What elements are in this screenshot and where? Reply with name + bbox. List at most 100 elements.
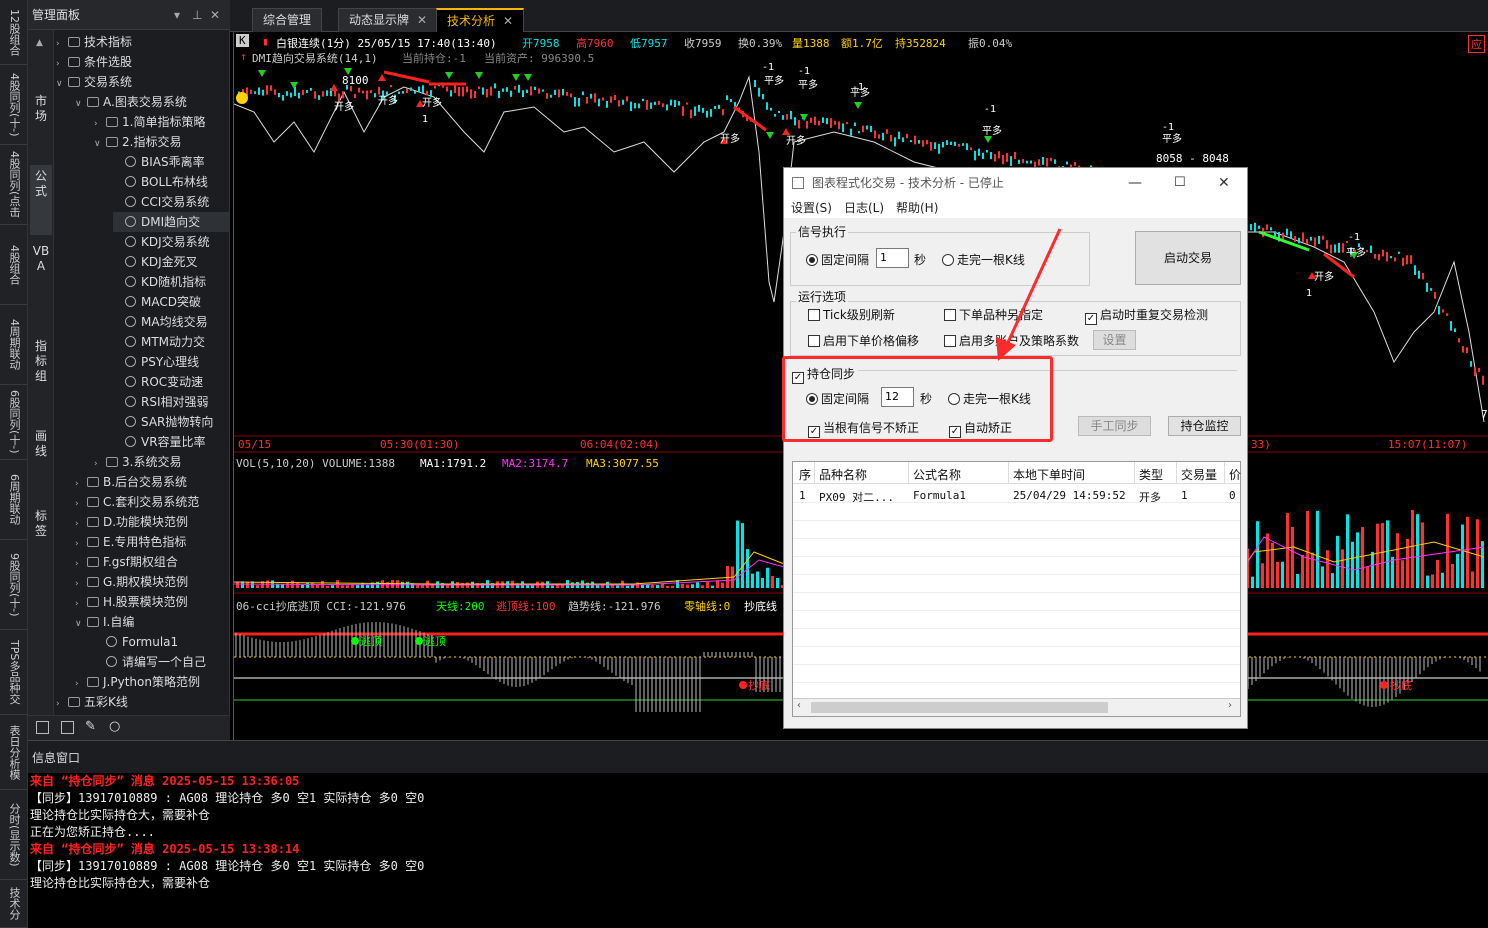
radio-icon[interactable] — [942, 254, 954, 266]
tree-item[interactable]: PSY心理线 — [113, 352, 230, 372]
tree-item[interactable]: › 条件选股 — [56, 52, 230, 72]
checkbox-icon[interactable] — [944, 335, 956, 347]
workspace-tab[interactable]: 4股同列(十-) — [0, 65, 28, 145]
column-header[interactable]: 交易量 — [1181, 466, 1217, 483]
settings-button[interactable]: 设置 — [1093, 330, 1136, 350]
menu-settings[interactable]: 设置(S) — [791, 198, 832, 218]
chevron-right-icon[interactable]: › — [56, 694, 68, 712]
column-header[interactable]: 品种名称 — [819, 466, 867, 483]
panel-category[interactable]: 公式 — [30, 165, 52, 235]
tree-item[interactable]: CCI交易系统 — [113, 192, 230, 212]
tree-item[interactable]: › E.专用特色指标 — [75, 532, 230, 552]
tree-item[interactable]: BOLL布林线 — [113, 172, 230, 192]
tree-item[interactable]: ∨ 2.指标交易 — [94, 132, 230, 152]
workspace-tab[interactable]: 4股组合 — [0, 225, 28, 305]
scroll-left-icon[interactable]: ‹ — [797, 700, 801, 711]
tree-item[interactable]: MACD突破 — [113, 292, 230, 312]
minimize-icon[interactable]: — — [1128, 168, 1142, 198]
maximize-icon[interactable]: ☐ — [1174, 168, 1186, 198]
tree-item[interactable]: DMI趋向交 — [113, 212, 230, 232]
chevron-right-icon[interactable]: › — [56, 54, 68, 74]
column-header[interactable]: 价 — [1229, 466, 1241, 483]
dropdown-icon[interactable]: ▾ — [174, 0, 180, 30]
chevron-down-icon[interactable]: ∨ — [75, 94, 87, 114]
workspace-tab[interactable]: 表日分析模 — [0, 715, 28, 790]
position-monitor-button[interactable]: 持仓监控 — [1168, 416, 1241, 436]
tree-item[interactable]: ∨ A.图表交易系统 — [75, 92, 230, 112]
column-header[interactable]: 本地下单时间 — [1013, 466, 1085, 483]
tree-item[interactable]: MTM动力交 — [113, 332, 230, 352]
chevron-right-icon[interactable]: › — [75, 494, 87, 514]
tab-2[interactable]: 技术分析 ✕ — [436, 8, 525, 32]
column-divider[interactable] — [1134, 462, 1135, 484]
tree-item[interactable]: MA均线交易 — [113, 312, 230, 332]
column-divider[interactable] — [908, 462, 909, 484]
workspace-tab[interactable]: 6周期联动 — [0, 460, 28, 540]
chevron-down-icon[interactable]: ∨ — [75, 614, 87, 634]
column-divider[interactable] — [1224, 462, 1225, 484]
tree-item[interactable]: › G.期权模块范例 — [75, 572, 230, 592]
price-offset-check[interactable]: 启用下单价格偏移 — [808, 332, 919, 349]
chevron-down-icon[interactable]: ∨ — [94, 134, 106, 154]
fixed-interval-radio[interactable]: 固定间隔 — [806, 251, 869, 268]
tab-1[interactable]: 动态显示牌 ✕ — [338, 8, 439, 32]
menu-help[interactable]: 帮助(H) — [896, 198, 938, 218]
manual-sync-button[interactable]: 手工同步 — [1078, 416, 1151, 436]
radio-icon[interactable] — [806, 254, 818, 266]
tick-refresh-check[interactable]: Tick级别刷新 — [808, 306, 895, 323]
manage-icon[interactable] — [61, 721, 74, 734]
tree-item[interactable]: › 3.系统交易 — [94, 452, 230, 472]
scroll-up-icon[interactable]: ▲ — [36, 38, 43, 48]
panel-category[interactable]: 标签 — [30, 505, 52, 565]
tree-item[interactable]: Formula1 — [94, 632, 230, 652]
workspace-tab[interactable]: 技术分 — [0, 880, 28, 928]
column-divider[interactable] — [1008, 462, 1009, 484]
chevron-down-icon[interactable]: ∨ — [56, 74, 68, 94]
scrollbar-thumb[interactable] — [811, 702, 1108, 713]
edit-icon[interactable]: ✎ — [85, 719, 96, 734]
tree-item[interactable]: KD随机指标 — [113, 272, 230, 292]
chevron-right-icon[interactable]: › — [75, 534, 87, 554]
workspace-tab[interactable]: 分时(显示数) — [0, 790, 28, 880]
chevron-right-icon[interactable]: › — [94, 114, 106, 134]
pin-icon[interactable]: ⊥ — [192, 0, 202, 30]
chevron-right-icon[interactable]: › — [75, 514, 87, 534]
dialog-titlebar[interactable]: 图表程式化交易 - 技术分析 - 已停止 — ☐ ✕ — [784, 168, 1247, 198]
column-header[interactable]: 序 — [799, 466, 811, 483]
column-divider[interactable] — [814, 462, 815, 484]
checkbox-icon[interactable] — [944, 309, 956, 321]
tree-item[interactable]: RSI相对强弱 — [113, 392, 230, 412]
chevron-right-icon[interactable]: › — [75, 474, 87, 494]
tab-0[interactable]: 综合管理 — [252, 8, 323, 32]
repeat-check-check[interactable]: ✓ 启动时重复交易检测 — [1085, 306, 1208, 325]
chevron-right-icon[interactable]: › — [94, 454, 106, 474]
tree-item[interactable]: ∨ 交易系统 — [56, 72, 230, 92]
formula-icon[interactable] — [36, 721, 49, 734]
tree-item[interactable]: › D.功能模块范例 — [75, 512, 230, 532]
tree-item[interactable]: BIAS乖离率 — [113, 152, 230, 172]
close-icon[interactable]: ✕ — [1218, 168, 1230, 198]
period-badge[interactable]: K — [236, 34, 249, 47]
tree-item[interactable]: 请编写一个自己 — [94, 652, 230, 672]
chevron-right-icon[interactable]: › — [75, 554, 87, 574]
checkbox-checked-icon[interactable]: ✓ — [1085, 313, 1097, 325]
tree-item[interactable]: › 1.简单指标策略 — [94, 112, 230, 132]
chevron-right-icon[interactable]: › — [56, 34, 68, 54]
workspace-tab[interactable]: 12股组合 — [0, 0, 28, 65]
tab-close-icon[interactable]: ✕ — [503, 14, 513, 28]
column-header[interactable]: 公式名称 — [913, 466, 961, 483]
workspace-tab[interactable]: 4周期联动 — [0, 305, 28, 385]
column-header[interactable]: 类型 — [1139, 466, 1163, 483]
right-tag[interactable]: 应 — [1468, 35, 1485, 53]
horizontal-scrollbar[interactable]: ‹ › — [793, 698, 1240, 716]
workspace-tab[interactable]: 4股同列(点击 — [0, 145, 28, 225]
tree-item[interactable]: › H.股票模块范例 — [75, 592, 230, 612]
tree-item[interactable]: KDJ交易系统 — [113, 232, 230, 252]
workspace-tab[interactable]: 6股同列(十-) — [0, 385, 28, 460]
tree-item[interactable]: SAR抛物转向 — [113, 412, 230, 432]
interval-input[interactable]: 1 — [876, 248, 909, 268]
panel-category[interactable]: VBA — [30, 240, 52, 320]
tree-item[interactable]: ROC变动速 — [113, 372, 230, 392]
panel-category[interactable]: 画线 — [30, 425, 52, 495]
tree-item[interactable]: › B.后台交易系统 — [75, 472, 230, 492]
